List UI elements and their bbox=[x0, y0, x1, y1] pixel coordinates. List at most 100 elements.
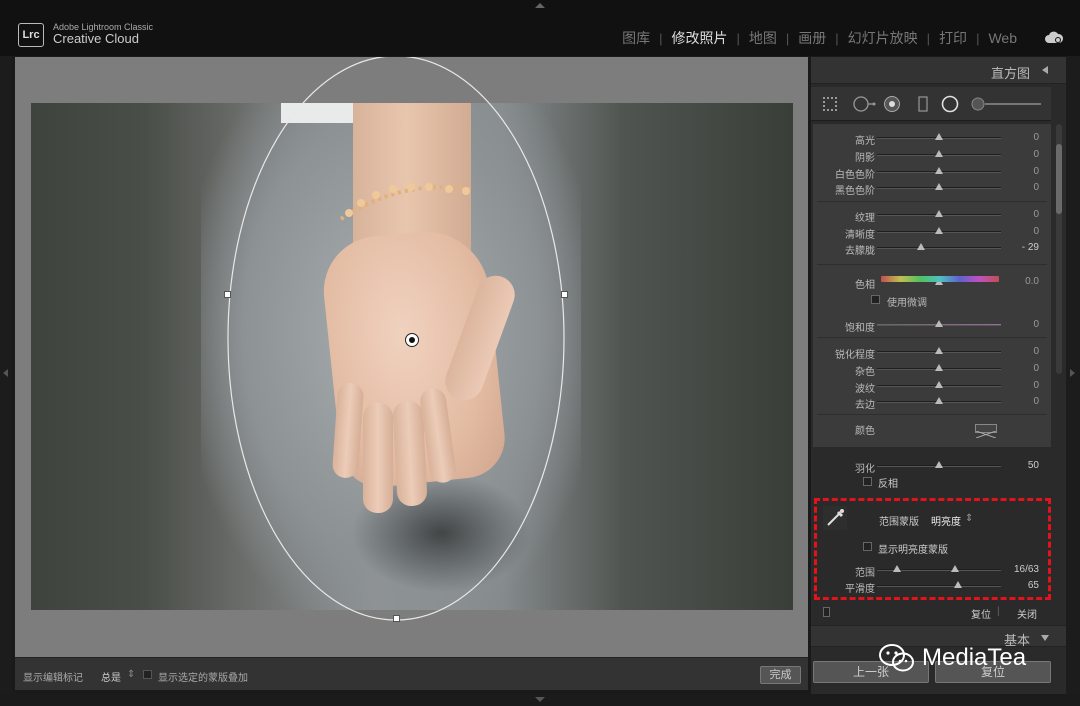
lrc-logo: Lrc bbox=[18, 23, 44, 47]
color-swatch[interactable] bbox=[975, 424, 997, 439]
hue-spectrum-track[interactable] bbox=[881, 276, 999, 282]
slider-knob[interactable] bbox=[935, 381, 943, 388]
eyedropper-icon[interactable] bbox=[823, 506, 847, 530]
mask-reset-button[interactable]: 复位 bbox=[971, 606, 991, 621]
bottom-toolbar: 显示编辑标记 总是 ⇕ 显示选定的蒙版叠加 完成 bbox=[15, 657, 808, 690]
slider-value: 0 bbox=[1033, 363, 1039, 374]
module-web[interactable]: Web bbox=[979, 30, 1026, 46]
mask-toggle-switch[interactable] bbox=[823, 607, 830, 617]
slider-knob[interactable] bbox=[935, 167, 943, 174]
slider-label: 白色色阶 bbox=[835, 170, 875, 181]
slider-value: 50 bbox=[1027, 460, 1039, 471]
image-canvas[interactable] bbox=[15, 57, 808, 657]
slider-label: 黑色色阶 bbox=[835, 186, 875, 197]
brand-line-2: Creative Cloud bbox=[53, 31, 139, 46]
slider-whites[interactable]: 白色色阶 0 bbox=[813, 164, 1051, 181]
slider-clarity[interactable]: 清晰度 0 bbox=[813, 224, 1051, 241]
slider-label: 去朦胧 bbox=[845, 246, 875, 257]
divider bbox=[817, 337, 1047, 338]
slider-noise[interactable]: 杂色 0 bbox=[813, 361, 1051, 378]
slider-label: 纹理 bbox=[855, 213, 875, 224]
slider-shadows[interactable]: 阴影 0 bbox=[813, 147, 1051, 164]
show-edit-pins-label: 显示编辑标记 bbox=[23, 673, 83, 684]
invert-checkbox[interactable] bbox=[863, 477, 872, 486]
slider-sharpness[interactable]: 锐化程度 0 bbox=[813, 344, 1051, 361]
cloud-sync-icon[interactable] bbox=[1044, 30, 1064, 44]
slider-knob[interactable] bbox=[935, 227, 943, 234]
slider-value: 0 bbox=[1033, 149, 1039, 160]
slider-label: 羽化 bbox=[855, 464, 875, 475]
slider-knob[interactable] bbox=[935, 347, 943, 354]
slider-moire[interactable]: 波纹 0 bbox=[813, 378, 1051, 395]
red-eye-icon[interactable] bbox=[883, 95, 901, 113]
module-book[interactable]: 画册 bbox=[789, 28, 835, 48]
slider-knob[interactable] bbox=[935, 133, 943, 140]
slider-knob[interactable] bbox=[935, 397, 943, 404]
slider-knob[interactable] bbox=[935, 320, 943, 327]
slider-value: 0 bbox=[1033, 380, 1039, 391]
module-develop[interactable]: 修改照片 bbox=[663, 28, 737, 48]
ellipse-handle-right[interactable] bbox=[561, 291, 568, 298]
slider-label: 阴影 bbox=[855, 153, 875, 164]
slider-value: 0 bbox=[1033, 396, 1039, 407]
mask-close-button[interactable]: 关闭 bbox=[1017, 606, 1037, 621]
collapse-right-arrow[interactable] bbox=[1070, 369, 1075, 377]
module-picker: 图库 | 修改照片 | 地图 | 画册 | 幻灯片放映 | 打印 | Web bbox=[613, 28, 1026, 48]
collapse-top-arrow[interactable] bbox=[535, 3, 545, 8]
slider-value: 0 bbox=[1033, 319, 1039, 330]
slider-label: 波纹 bbox=[855, 384, 875, 395]
done-button[interactable]: 完成 bbox=[760, 666, 801, 684]
fine-adjust-label: 使用微调 bbox=[887, 298, 927, 309]
histogram-title: 直方图 bbox=[990, 66, 1030, 81]
ellipse-handle-bottom[interactable] bbox=[393, 615, 400, 622]
module-library[interactable]: 图库 bbox=[613, 28, 659, 48]
slider-knob[interactable] bbox=[935, 364, 943, 371]
show-overlay-checkbox[interactable] bbox=[143, 670, 152, 679]
show-edit-pins-select[interactable]: 总是 bbox=[101, 669, 121, 684]
watermark: MediaTea bbox=[878, 642, 1026, 674]
slider-label: 杂色 bbox=[855, 367, 875, 378]
divider bbox=[817, 414, 1047, 415]
graduated-filter-icon[interactable] bbox=[914, 95, 932, 113]
collapse-triangle-icon bbox=[1042, 66, 1048, 74]
slider-value: 0 bbox=[1033, 209, 1039, 220]
slider-value: 0 bbox=[1033, 226, 1039, 237]
slider-knob[interactable] bbox=[935, 150, 943, 157]
slider-feather[interactable]: 羽化 50 bbox=[813, 458, 1051, 475]
slider-saturation[interactable]: 饱和度 0 bbox=[813, 317, 1051, 334]
spot-removal-icon[interactable] bbox=[852, 95, 876, 113]
slider-label: 去边 bbox=[855, 400, 875, 411]
slider-knob[interactable] bbox=[935, 210, 943, 217]
slider-highlights[interactable]: 高光 0 bbox=[813, 130, 1051, 147]
slider-knob[interactable] bbox=[935, 461, 943, 468]
expand-left-arrow[interactable] bbox=[3, 369, 8, 377]
tool-strip bbox=[811, 87, 1051, 121]
slider-dehaze[interactable]: 去朦胧 - 29 bbox=[813, 240, 1051, 257]
color-label: 颜色 bbox=[855, 426, 875, 437]
crop-overlay-icon[interactable] bbox=[821, 95, 839, 113]
slider-track[interactable] bbox=[877, 247, 1001, 249]
module-map[interactable]: 地图 bbox=[740, 28, 786, 48]
ellipse-handle-left[interactable] bbox=[224, 291, 231, 298]
radial-filter-icon[interactable] bbox=[941, 95, 959, 113]
panel-scrollbar[interactable] bbox=[1056, 124, 1062, 374]
slider-blacks[interactable]: 黑色色阶 0 bbox=[813, 180, 1051, 197]
slider-knob[interactable] bbox=[935, 183, 943, 190]
radial-filter-ellipse[interactable] bbox=[15, 57, 808, 657]
slider-value: 0.0 bbox=[1025, 276, 1039, 287]
slider-defringe[interactable]: 去边 0 bbox=[813, 394, 1051, 411]
histogram-header[interactable]: 直方图 bbox=[811, 57, 1066, 84]
expand-triangle-icon bbox=[1041, 635, 1049, 641]
slider-label: 高光 bbox=[855, 136, 875, 147]
fine-adjust-checkbox[interactable] bbox=[871, 295, 880, 304]
select-arrows-icon: ⇕ bbox=[127, 669, 136, 680]
adjustment-brush-icon[interactable] bbox=[971, 95, 1043, 113]
module-print[interactable]: 打印 bbox=[930, 28, 976, 48]
slider-texture[interactable]: 纹理 0 bbox=[813, 207, 1051, 224]
scrollbar-thumb[interactable] bbox=[1056, 144, 1062, 214]
slider-knob[interactable] bbox=[917, 243, 926, 250]
expand-bottom-arrow[interactable] bbox=[535, 697, 545, 702]
show-overlay-label: 显示选定的蒙版叠加 bbox=[158, 673, 248, 684]
module-slideshow[interactable]: 幻灯片放映 bbox=[839, 28, 927, 48]
no-color-icon bbox=[975, 430, 997, 439]
